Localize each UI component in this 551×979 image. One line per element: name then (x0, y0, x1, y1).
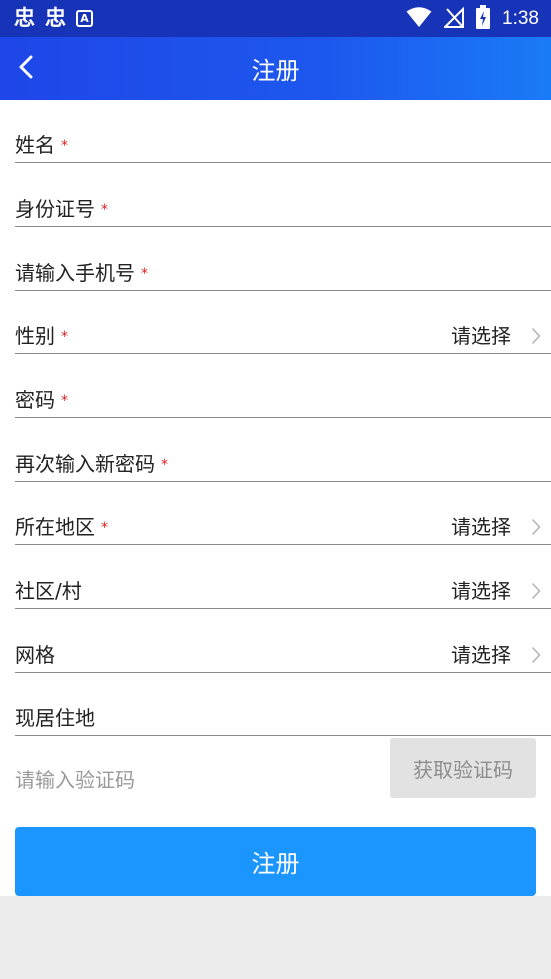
required-mark: * (161, 457, 168, 473)
page-title: 注册 (251, 57, 300, 85)
required-mark: * (101, 520, 108, 536)
field-label: 再次输入新密码 (15, 452, 155, 476)
get-code-button[interactable]: 获取验证码 (390, 738, 536, 798)
field-id-number[interactable]: 身份证号 * (15, 164, 551, 227)
field-grid[interactable]: 网格 请选择 (15, 610, 551, 673)
field-region[interactable]: 所在地区 * 请选择 (15, 482, 551, 545)
field-gender[interactable]: 性别 * 请选择 (15, 291, 551, 354)
grid-select[interactable]: 请选择 (451, 642, 551, 668)
field-label: 网格 (15, 643, 55, 667)
field-label: 请输入手机号 (15, 261, 135, 285)
field-label: 所在地区 (15, 515, 95, 539)
a-icon: A (76, 10, 93, 27)
field-label: 现居住地 (15, 706, 95, 730)
status-right: 1:38 (406, 4, 539, 33)
select-placeholder: 请选择 (451, 643, 511, 667)
battery-charging-icon (476, 4, 491, 33)
required-mark: * (61, 138, 68, 154)
select-placeholder: 请选择 (451, 579, 511, 603)
field-label: 身份证号 (15, 197, 95, 221)
field-label: 姓名 (15, 133, 55, 157)
register-button[interactable]: 注册 (15, 827, 536, 896)
gender-select[interactable]: 请选择 (451, 323, 551, 349)
status-time: 1:38 (502, 7, 539, 29)
status-left: 忠 忠 A (14, 8, 93, 29)
register-form: 姓名 * 身份证号 * 请输入手机号 * 性别 * 请选择 密码 * 再次输入新… (0, 100, 551, 896)
field-label: 社区/村 (15, 579, 82, 603)
required-mark: * (141, 266, 148, 282)
field-name[interactable]: 姓名 * (15, 100, 551, 163)
status-bar: 忠 忠 A 1:38 (0, 0, 551, 37)
required-mark: * (61, 329, 68, 345)
status-glyph-2: 忠 (45, 6, 66, 30)
chevron-right-icon (521, 578, 551, 604)
wifi-icon (406, 6, 432, 32)
field-phone[interactable]: 请输入手机号 * (15, 228, 551, 291)
status-glyph-1: 忠 (14, 6, 35, 30)
chevron-right-icon (521, 514, 551, 540)
chevron-right-icon (521, 642, 551, 668)
region-select[interactable]: 请选择 (451, 514, 551, 540)
verification-row: 获取验证码 (15, 738, 551, 798)
field-address[interactable]: 现居住地 (15, 673, 551, 736)
no-signal-icon (442, 6, 465, 32)
back-button[interactable] (8, 49, 44, 89)
verification-code-input[interactable] (15, 762, 375, 798)
field-label: 密码 (15, 388, 55, 412)
required-mark: * (61, 393, 68, 409)
field-community[interactable]: 社区/村 请选择 (15, 546, 551, 609)
field-password[interactable]: 密码 * (15, 355, 551, 418)
chevron-right-icon (521, 323, 551, 349)
field-label: 性别 (15, 324, 55, 348)
field-confirm-password[interactable]: 再次输入新密码 * (15, 419, 551, 482)
required-mark: * (101, 202, 108, 218)
chevron-left-icon (17, 54, 35, 84)
select-placeholder: 请选择 (451, 515, 511, 539)
community-select[interactable]: 请选择 (451, 578, 551, 604)
app-header: 注册 (0, 37, 551, 100)
select-placeholder: 请选择 (451, 324, 511, 348)
